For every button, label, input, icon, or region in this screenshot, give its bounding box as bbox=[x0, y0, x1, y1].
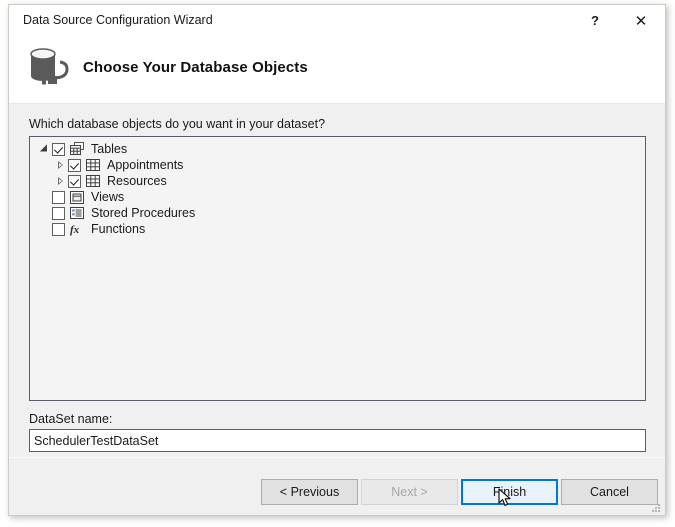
tables-group-icon bbox=[68, 141, 86, 157]
tree-item-resources[interactable]: Resources bbox=[30, 173, 645, 189]
cancel-button[interactable]: Cancel bbox=[561, 479, 658, 505]
database-connection-icon bbox=[23, 45, 75, 93]
chevron-right-icon[interactable] bbox=[52, 173, 68, 189]
view-icon bbox=[68, 189, 86, 205]
prompt-label: Which database objects do you want in yo… bbox=[29, 117, 326, 131]
tree-item-label: Appointments bbox=[107, 158, 184, 172]
resize-grip[interactable] bbox=[650, 501, 662, 513]
window-title: Data Source Configuration Wizard bbox=[23, 13, 213, 27]
function-icon: fx bbox=[68, 221, 86, 237]
twisty-placeholder bbox=[36, 221, 52, 237]
chevron-right-icon[interactable] bbox=[52, 157, 68, 173]
tree-item-appointments[interactable]: Appointments bbox=[30, 157, 645, 173]
tree-item-label: Functions bbox=[91, 222, 146, 236]
tree-item-views[interactable]: Views bbox=[30, 189, 645, 205]
tree-item-tables[interactable]: Tables bbox=[30, 141, 645, 157]
chevron-down-icon[interactable] bbox=[36, 141, 52, 157]
previous-button[interactable]: < Previous bbox=[261, 479, 358, 505]
checkbox-resources[interactable] bbox=[68, 174, 81, 188]
checkbox-functions[interactable] bbox=[52, 222, 65, 236]
tree-item-label: Stored Procedures bbox=[91, 206, 196, 220]
tree-item-label: Resources bbox=[107, 174, 167, 188]
checkbox-tables[interactable] bbox=[52, 142, 65, 156]
dataset-name-label: DataSet name: bbox=[29, 412, 113, 426]
close-button[interactable]: ✕ bbox=[619, 5, 663, 36]
table-icon bbox=[84, 173, 102, 189]
dataset-name-input[interactable] bbox=[29, 429, 646, 452]
checkbox-appointments[interactable] bbox=[68, 158, 81, 172]
next-button: Next > bbox=[361, 479, 458, 505]
checkbox-stored-procedures[interactable] bbox=[52, 206, 65, 220]
help-button[interactable]: ? bbox=[573, 5, 617, 36]
dialog-body: Which database objects do you want in yo… bbox=[9, 104, 665, 457]
tree-item-label: Tables bbox=[91, 142, 128, 156]
twisty-placeholder bbox=[36, 205, 52, 221]
database-objects-tree[interactable]: Tables Appointments Resources Views Stor… bbox=[29, 136, 646, 401]
title-bar: Data Source Configuration Wizard ? ✕ bbox=[9, 5, 665, 37]
svg-text:fx: fx bbox=[70, 224, 80, 236]
table-icon bbox=[84, 157, 102, 173]
finish-button[interactable]: Finish bbox=[461, 479, 558, 505]
stored-procedure-icon bbox=[68, 205, 86, 221]
dialog-footer: < Previous Next > Finish Cancel bbox=[9, 458, 665, 515]
checkbox-views[interactable] bbox=[52, 190, 65, 204]
tree-item-functions[interactable]: fx Functions bbox=[30, 221, 645, 237]
twisty-placeholder bbox=[36, 189, 52, 205]
header-banner: Choose Your Database Objects bbox=[9, 37, 665, 103]
wizard-dialog: Data Source Configuration Wizard ? ✕ Cho… bbox=[8, 4, 666, 516]
page-title: Choose Your Database Objects bbox=[83, 59, 308, 76]
tree-item-label: Views bbox=[91, 190, 125, 204]
tree-item-stored-procedures[interactable]: Stored Procedures bbox=[30, 205, 645, 221]
